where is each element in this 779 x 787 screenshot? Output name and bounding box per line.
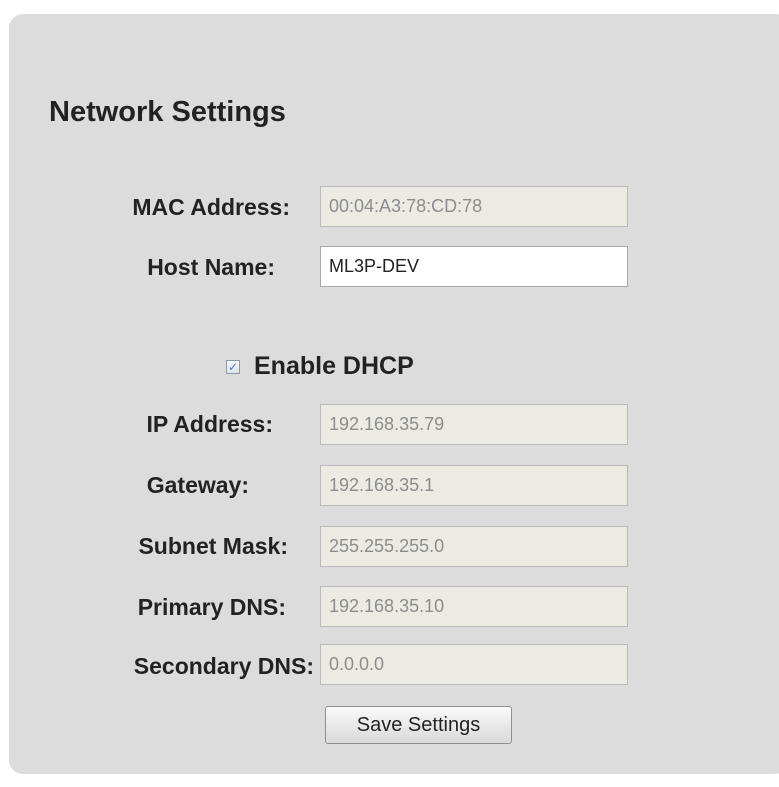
secondary-dns-field[interactable] bbox=[320, 644, 628, 685]
gateway-label: Gateway: bbox=[146, 472, 249, 498]
gateway-field[interactable] bbox=[320, 465, 628, 506]
enable-dhcp-checkbox[interactable]: ✓ bbox=[226, 359, 240, 374]
subnet-mask-field[interactable] bbox=[320, 526, 628, 567]
secondary-dns-label: Secondary DNS: bbox=[133, 653, 314, 679]
host-name-label: Host Name: bbox=[147, 254, 275, 280]
subnet-mask-label: Subnet Mask: bbox=[138, 533, 288, 559]
mac-address-label: MAC Address: bbox=[132, 194, 290, 220]
mac-address-field[interactable] bbox=[320, 186, 628, 227]
save-settings-button[interactable]: Save Settings bbox=[325, 706, 512, 744]
primary-dns-field[interactable] bbox=[320, 586, 628, 627]
host-name-field[interactable] bbox=[320, 246, 628, 287]
enable-dhcp-row[interactable]: ✓ Enable DHCP bbox=[226, 352, 414, 381]
enable-dhcp-label[interactable]: Enable DHCP bbox=[254, 352, 414, 381]
page-title: Network Settings bbox=[49, 96, 286, 128]
primary-dns-label: Primary DNS: bbox=[137, 594, 286, 620]
ip-address-label: IP Address: bbox=[146, 411, 273, 437]
ip-address-field[interactable] bbox=[320, 404, 628, 445]
